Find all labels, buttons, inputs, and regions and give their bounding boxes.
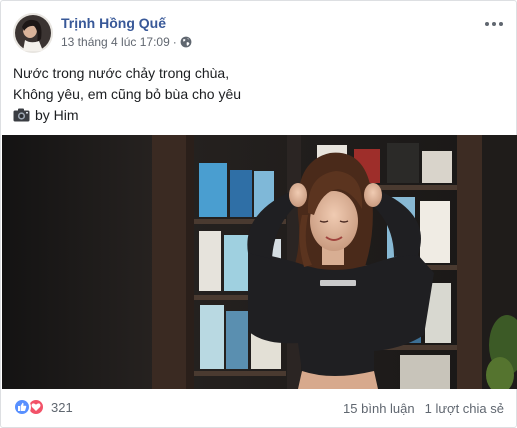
post-timestamp[interactable]: 13 tháng 4 lúc 17:09 [61, 35, 170, 49]
comments-count-link[interactable]: 15 bình luận [343, 401, 415, 416]
reaction-count: 321 [51, 399, 73, 415]
post-photo[interactable] [2, 135, 517, 389]
like-icon [13, 398, 31, 416]
shares-count-link[interactable]: 1 lượt chia sẻ [425, 401, 504, 416]
engagement-stats: 15 bình luận 1 lượt chia sẻ [343, 401, 504, 416]
photo-credit-text: by Him [35, 107, 79, 123]
photo-credit: by Him [13, 106, 79, 124]
facebook-post: Trịnh Hồng Quế 13 tháng 4 lúc 17:09 · Nư… [0, 0, 517, 428]
post-text-line: Không yêu, em cũng bỏ bùa cho yêu [13, 86, 242, 102]
globe-icon[interactable] [180, 36, 192, 48]
post-text: Nước trong nước chảy trong chùa, Không y… [13, 63, 503, 105]
author-name-link[interactable]: Trịnh Hồng Quế [61, 15, 166, 31]
meta-separator: · [172, 35, 177, 49]
post-text-line: Nước trong nước chảy trong chùa, [13, 65, 230, 81]
reactions-summary[interactable]: 321 [13, 398, 73, 416]
more-options-icon[interactable] [482, 13, 506, 35]
post-header: Trịnh Hồng Quế 13 tháng 4 lúc 17:09 · [13, 13, 506, 53]
author-avatar[interactable] [13, 13, 53, 53]
post-meta: 13 tháng 4 lúc 17:09 · [61, 35, 192, 49]
post-footer: 321 15 bình luận 1 lượt chia sẻ [13, 393, 506, 423]
camera-icon [13, 108, 30, 122]
